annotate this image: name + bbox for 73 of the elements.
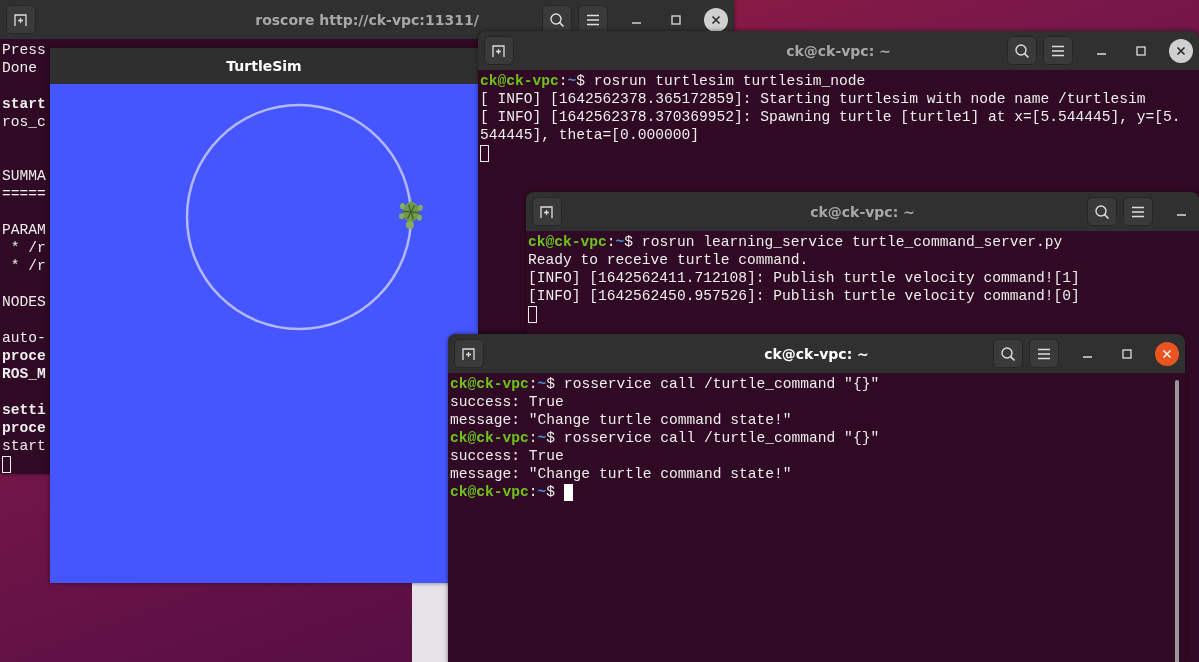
- new-tab-icon: [461, 345, 477, 362]
- new-tab-button[interactable]: [454, 339, 484, 368]
- search-icon: [1000, 345, 1016, 362]
- search-button[interactable]: [1007, 36, 1037, 65]
- output-line: ROS_M: [2, 365, 46, 383]
- new-tab-icon: [539, 203, 555, 220]
- window-title: roscore http://ck-vpc:11311/: [255, 11, 479, 28]
- close-icon: [711, 14, 721, 25]
- output-line: success: True: [450, 447, 564, 465]
- menu-icon: [1051, 44, 1065, 57]
- prompt-line: ck@ck-vpc:~$ rosrun learning_service turtle_command_server.py: [528, 233, 1063, 251]
- output-line: setti: [2, 401, 46, 419]
- new-tab-button[interactable]: [532, 197, 562, 226]
- output-line: start: [2, 437, 46, 455]
- prompt-line: ck@ck-vpc:~$: [450, 483, 557, 501]
- prompt-line: ck@ck-vpc:~$ rosservice call /turtle_command "{}": [450, 375, 880, 393]
- output-line: [ INFO] [1642562378.365172859]: Starting turtlesim with node name /turtlesim: [480, 90, 1146, 108]
- output-line: PARAM: [2, 221, 46, 239]
- output-line: auto-: [2, 329, 46, 347]
- output-line: [INFO] [1642562450.957526]: Publish turtle velocity command![0]: [528, 287, 1080, 305]
- output-line: [INFO] [1642562411.712108]: Publish turtle velocity command![1]: [528, 269, 1080, 287]
- output-line: * /r: [9, 239, 46, 257]
- output-line: 544445], theta=[0.000000]: [480, 126, 699, 144]
- close-icon: [1162, 348, 1172, 359]
- turtle-icon: [399, 197, 423, 229]
- menu-button[interactable]: [1123, 197, 1153, 226]
- close-button[interactable]: [704, 7, 728, 32]
- search-icon: [1014, 42, 1030, 59]
- output-line: * /r: [9, 257, 46, 275]
- menu-button[interactable]: [1043, 36, 1073, 65]
- minimize-icon: [1082, 356, 1092, 358]
- minimize-icon: [1176, 214, 1186, 216]
- minimize-icon: [631, 22, 641, 24]
- output-line: =====: [2, 185, 46, 203]
- minimize-icon: [1096, 53, 1106, 55]
- new-tab-icon: [491, 42, 507, 59]
- output-line: [ INFO] [1642562378.370369952]: Spawning turtle [turtle1] at x=[5.544445], y=[5.: [480, 108, 1181, 126]
- menu-icon: [1037, 347, 1051, 360]
- prompt-line: ck@ck-vpc:~$ rosservice call /turtle_command "{}": [450, 429, 880, 447]
- window-title: TurtleSim: [226, 58, 302, 74]
- output-line: message: "Change turtle command state!": [450, 465, 792, 483]
- output-line: Ready to receive turtle command.: [528, 251, 809, 269]
- search-button[interactable]: [1087, 197, 1117, 226]
- output-line: start: [2, 95, 46, 113]
- output-line: message: "Change turtle command state!": [450, 411, 792, 429]
- new-tab-button[interactable]: [484, 36, 514, 65]
- output-line: success: True: [450, 393, 564, 411]
- output-line: ros_c: [2, 113, 46, 131]
- new-tab-button[interactable]: [6, 5, 36, 34]
- menu-button[interactable]: [1029, 339, 1059, 368]
- scrollbar[interactable]: [1175, 380, 1179, 662]
- window-title: ck@ck-vpc: ~: [810, 203, 915, 220]
- output-line: Press: [2, 41, 46, 59]
- maximize-icon: [1136, 45, 1146, 56]
- close-icon: [1176, 45, 1186, 56]
- output-line: Done: [2, 59, 38, 77]
- window-title: ck@ck-vpc: ~: [786, 42, 891, 59]
- close-button[interactable]: [1155, 341, 1179, 366]
- output-line: SUMMA: [2, 167, 46, 185]
- prompt-line: ck@ck-vpc:~$ rosrun turtlesim turtlesim_node: [480, 72, 866, 90]
- search-icon: [1094, 203, 1110, 220]
- menu-icon: [1131, 205, 1145, 218]
- new-tab-icon: [13, 11, 29, 28]
- maximize-icon: [671, 14, 681, 25]
- search-button[interactable]: [993, 339, 1023, 368]
- maximize-icon: [1122, 348, 1132, 359]
- output-line: proce: [2, 347, 46, 365]
- window-title: ck@ck-vpc: ~: [764, 345, 869, 362]
- menu-icon: [586, 13, 600, 26]
- search-icon: [549, 11, 565, 28]
- output-line: NODES: [2, 293, 46, 311]
- output-line: proce: [2, 419, 46, 437]
- close-button[interactable]: [1169, 38, 1193, 63]
